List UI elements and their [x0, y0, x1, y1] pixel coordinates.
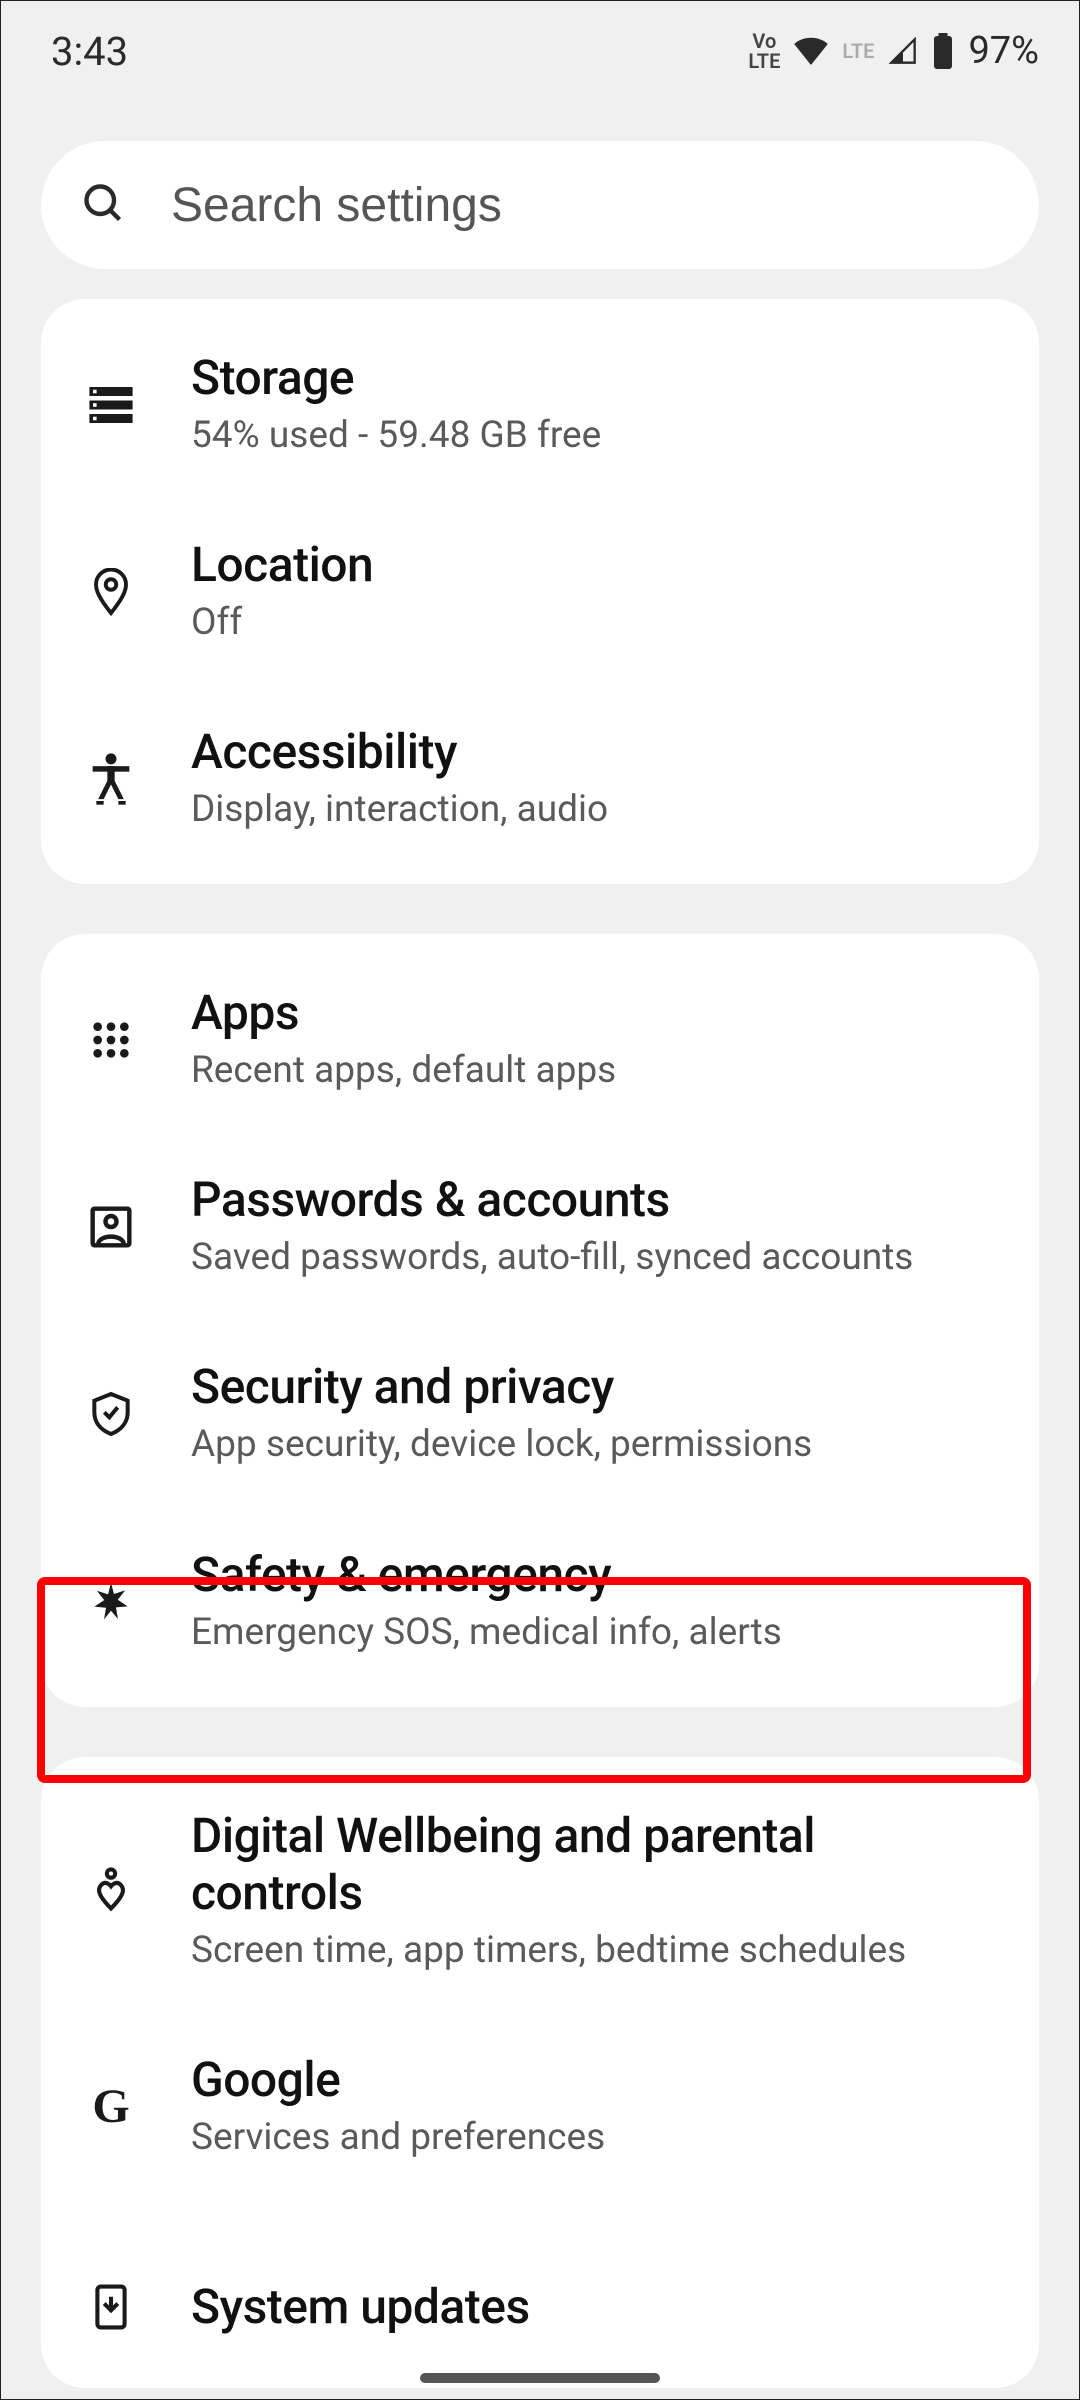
- row-subtitle: App security, device lock, permissions: [191, 1421, 812, 1469]
- row-subtitle: Emergency SOS, medical info, alerts: [191, 1609, 782, 1657]
- settings-row-security[interactable]: Security and privacy App security, devic…: [41, 1320, 1039, 1507]
- row-subtitle: 54% used - 59.48 GB free: [191, 412, 601, 460]
- row-subtitle: Display, interaction, audio: [191, 786, 608, 834]
- search-icon: [81, 181, 125, 229]
- emergency-asterisk-icon: [71, 1579, 151, 1623]
- apps-icon: [71, 1020, 151, 1060]
- shield-icon: [71, 1390, 151, 1438]
- lte-indicator: LTE: [842, 41, 874, 61]
- search-bar[interactable]: [41, 141, 1039, 269]
- row-title: Location: [191, 536, 373, 593]
- status-right: Vo LTE LTE 97%: [748, 29, 1039, 73]
- account-box-icon: [71, 1205, 151, 1249]
- accessibility-icon: [71, 753, 151, 805]
- volte-indicator: Vo LTE: [748, 31, 780, 71]
- row-subtitle: Off: [191, 599, 373, 647]
- row-subtitle: Saved passwords, auto-fill, synced accou…: [191, 1234, 913, 1282]
- row-title: Storage: [191, 349, 601, 406]
- settings-group: Digital Wellbeing and parental controls …: [41, 1757, 1039, 2388]
- row-title: Digital Wellbeing and parental controls: [191, 1807, 951, 1921]
- row-subtitle: Screen time, app timers, bedtime schedul…: [191, 1927, 951, 1975]
- settings-row-apps[interactable]: Apps Recent apps, default apps: [41, 946, 1039, 1133]
- row-subtitle: Recent apps, default apps: [191, 1047, 616, 1095]
- row-title: Google: [191, 2051, 605, 2108]
- settings-row-google[interactable]: G Google Services and preferences: [41, 2013, 1039, 2200]
- row-title: Security and privacy: [191, 1358, 812, 1415]
- status-time: 3:43: [51, 28, 128, 75]
- row-title: Accessibility: [191, 723, 608, 780]
- wifi-icon: [794, 37, 828, 65]
- row-title: Passwords & accounts: [191, 1171, 913, 1228]
- settings-row-safety-emergency[interactable]: Safety & emergency Emergency SOS, medica…: [41, 1508, 1039, 1695]
- battery-icon: [932, 33, 954, 69]
- settings-row-location[interactable]: Location Off: [41, 498, 1039, 685]
- google-icon: G: [71, 2079, 151, 2134]
- settings-group: Apps Recent apps, default apps Passwords…: [41, 934, 1039, 1706]
- settings-row-digital-wellbeing[interactable]: Digital Wellbeing and parental controls …: [41, 1769, 1039, 2013]
- settings-group: Storage 54% used - 59.48 GB free Locatio…: [41, 299, 1039, 884]
- battery-percent: 97%: [968, 29, 1039, 73]
- search-input[interactable]: [171, 178, 999, 233]
- status-bar: 3:43 Vo LTE LTE 97%: [1, 1, 1079, 101]
- settings-row-passwords[interactable]: Passwords & accounts Saved passwords, au…: [41, 1133, 1039, 1320]
- settings-row-accessibility[interactable]: Accessibility Display, interaction, audi…: [41, 685, 1039, 872]
- system-update-icon: [71, 2283, 151, 2331]
- signal-icon: [888, 37, 918, 65]
- wellbeing-icon: [71, 1867, 151, 1915]
- row-subtitle: Services and preferences: [191, 2114, 605, 2162]
- location-icon: [71, 568, 151, 616]
- settings-row-system-updates[interactable]: System updates: [41, 2200, 1039, 2376]
- storage-icon: [71, 387, 151, 423]
- row-title: Apps: [191, 984, 616, 1041]
- row-title: System updates: [191, 2278, 530, 2335]
- gesture-bar: [420, 2373, 660, 2383]
- settings-row-storage[interactable]: Storage 54% used - 59.48 GB free: [41, 311, 1039, 498]
- row-title: Safety & emergency: [191, 1546, 782, 1603]
